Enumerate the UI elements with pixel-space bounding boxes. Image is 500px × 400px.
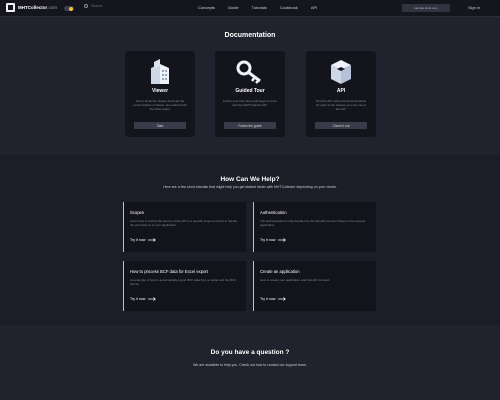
cube-icon (327, 58, 355, 86)
bcf-export-try-link[interactable]: Try it now (130, 297, 157, 301)
create-application-title: Create an application (260, 269, 300, 274)
try-it-now-label: Try it now (130, 297, 146, 301)
scopes-description: Learn how to restrict the access of the … (130, 219, 238, 228)
arrow-right-icon (278, 238, 287, 242)
nav-tutorials[interactable]: Tutorials (252, 5, 267, 10)
sign-in-link[interactable]: Sign in (468, 5, 480, 10)
authentication-card[interactable]: Authentication The authentication is ful… (253, 202, 376, 252)
api-card-title: API (336, 88, 346, 94)
search-box[interactable]: Search (84, 4, 102, 8)
search-placeholder[interactable]: Search (91, 4, 102, 8)
try-it-now-label: Try it now (130, 238, 146, 242)
key-icon (236, 58, 264, 86)
viewer-card-title: Viewer (151, 88, 169, 94)
bcf-export-title: How to process BCF data for Excel export (130, 269, 208, 274)
authentication-description: The authentication is fully handled by t… (260, 219, 366, 228)
logo-text: MHTCollector (18, 5, 48, 10)
arrow-right-icon (278, 297, 287, 301)
try-it-now-label: Try it now (260, 297, 276, 301)
api-card: API Find the API reference documentation… (306, 51, 376, 137)
scopes-card[interactable]: Scopes Learn how to restrict the access … (123, 202, 246, 252)
question-subtitle[interactable]: We are available to help you. Check out … (0, 363, 500, 367)
bcf-export-description: An example of how to automatically expor… (130, 278, 236, 287)
logo[interactable]: MHTCollector.com (6, 3, 57, 12)
follow-guide-button[interactable]: Follow the guide (224, 122, 276, 129)
building-icon (146, 58, 174, 86)
viewer-start-button[interactable]: Start (134, 122, 186, 129)
theme-toggle[interactable] (64, 6, 74, 11)
nav-guide[interactable]: Guide (228, 5, 239, 10)
viewer-card: Viewer Get to know the Viewer and load t… (125, 51, 195, 137)
logo-suffix: .com (47, 5, 58, 10)
nav-cookbook[interactable]: Cookbook (280, 5, 298, 10)
scopes-try-link[interactable]: Try it now (130, 238, 157, 242)
main-nav: Concepts Guide Tutorials Cookbook API (198, 5, 317, 10)
top-navbar: MHTCollector.com Search Concepts Guide T… (0, 0, 500, 17)
create-application-try-link[interactable]: Try it now (260, 297, 287, 301)
viewer-card-description: Get to know the Viewer and load the cust… (133, 99, 187, 111)
arrow-right-icon (148, 238, 157, 242)
nav-api[interactable]: API (311, 5, 317, 10)
nav-concepts[interactable]: Concepts (198, 5, 215, 10)
check-it-out-button[interactable]: Check it out (315, 122, 367, 129)
card-separator: ··· (291, 93, 294, 97)
create-application-description: How to create your application and OpenI… (260, 278, 331, 282)
help-subtitle: Here are a few short tutorials that migh… (163, 185, 337, 189)
api-card-description: Find the API reference documentation for… (315, 99, 367, 111)
guided-tour-card-title: Guided Tour (235, 88, 265, 94)
search-icon (84, 4, 88, 8)
help-title: How Can We Help? (220, 176, 280, 183)
arrow-right-icon (148, 297, 157, 301)
question-title: Do you have a question ? (210, 349, 290, 356)
documentation-title: Documentation (224, 32, 276, 39)
sun-icon (69, 6, 73, 11)
guided-tour-card-description: Follow your first steps and begin to wor… (223, 99, 277, 107)
try-it-now-label: Try it now (260, 238, 276, 242)
authentication-title: Authentication (260, 210, 287, 215)
card-separator: ··· (200, 93, 203, 97)
logo-mark-icon (6, 3, 15, 12)
scopes-title: Scopes (130, 210, 144, 215)
create-application-card[interactable]: Create an application How to create your… (253, 261, 376, 311)
header-button[interactable]: sample.tools.com (402, 4, 450, 12)
guided-tour-card: Guided Tour Follow your first steps and … (215, 51, 285, 137)
bcf-export-card[interactable]: How to process BCF data for Excel export… (123, 261, 246, 311)
authentication-try-link[interactable]: Try it now (260, 238, 287, 242)
